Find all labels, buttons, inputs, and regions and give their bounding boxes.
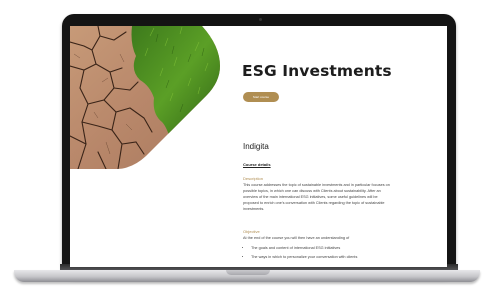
start-course-button[interactable]: Start course	[243, 92, 279, 102]
objective-list: The goals and content of international E…	[243, 245, 401, 262]
laptop-notch	[226, 270, 270, 275]
objective-intro: At the end of the course you will then h…	[243, 236, 350, 240]
description-heading: Description	[243, 176, 264, 181]
cracked-soil-and-grass-image	[70, 26, 220, 169]
list-item: The ways in which to personalize your co…	[251, 254, 401, 260]
list-item: The goals and content of international E…	[251, 245, 401, 251]
page-title: ESG Investments	[242, 62, 392, 80]
laptop-screen: ESG Investments Start course Indigita Co…	[70, 26, 447, 267]
course-details-heading: Course details	[243, 162, 271, 167]
objective-heading: Objective	[243, 229, 260, 234]
organization-name: Indigita	[243, 142, 269, 151]
description-text: This course addresses the topic of susta…	[243, 183, 390, 211]
